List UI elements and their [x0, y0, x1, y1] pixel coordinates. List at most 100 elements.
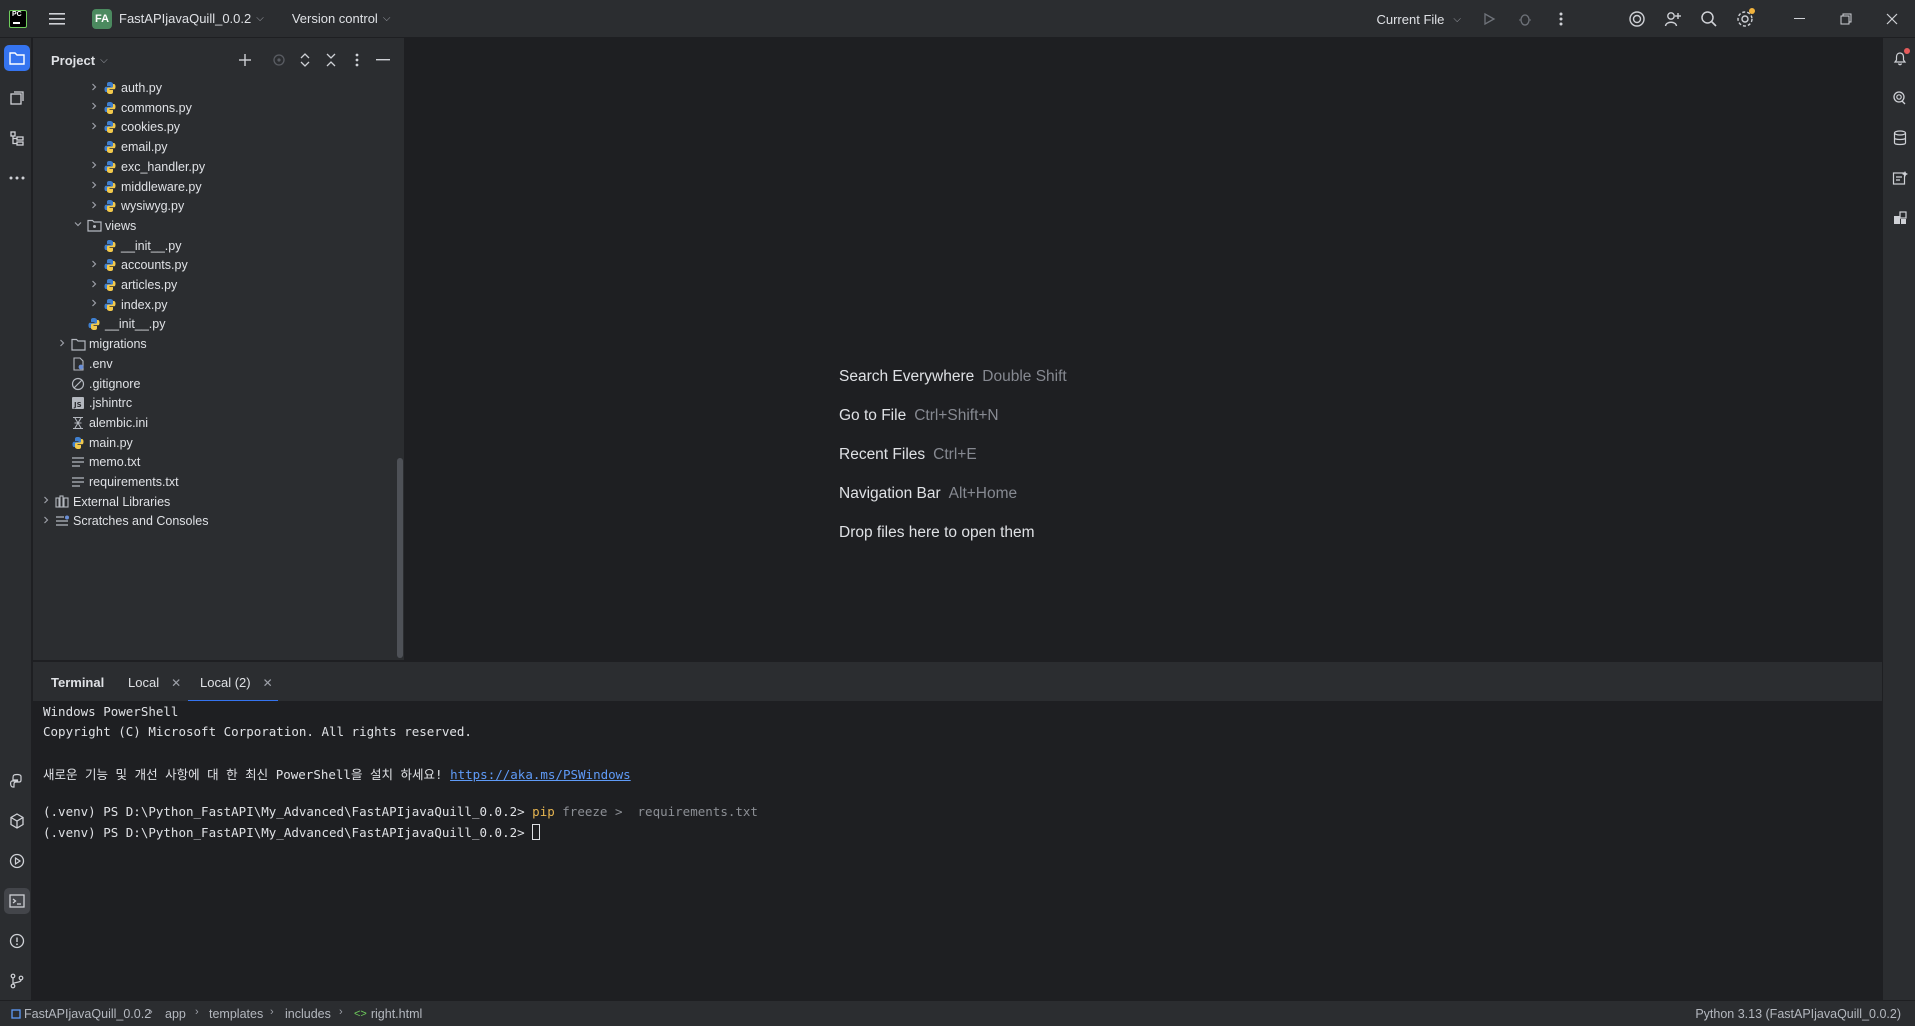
hint-drop-files: Drop files here to open them — [839, 524, 1035, 541]
chevron-right-icon: › — [270, 1006, 274, 1018]
run-config-selector[interactable]: Current File — [1376, 12, 1444, 27]
database-icon[interactable] — [1887, 125, 1913, 151]
chevron-right-icon[interactable] — [86, 298, 102, 311]
python-file-icon — [102, 80, 118, 96]
chevron-right-icon[interactable] — [86, 121, 102, 134]
terminal-prompt-line: (.venv) PS D:\Python_FastAPI\My_Advanced… — [43, 824, 541, 840]
breadcrumb-file[interactable]: <> right.html — [354, 1007, 422, 1021]
tree-item-label: index.py — [121, 297, 168, 312]
search-icon[interactable] — [1691, 0, 1727, 38]
js-file-icon: JS — [70, 395, 86, 411]
pycharm-logo-icon[interactable] — [9, 9, 27, 28]
add-user-icon[interactable] — [1655, 0, 1691, 38]
tree-item-label: main.py — [89, 435, 133, 450]
package-folder-icon — [86, 218, 102, 234]
html-file-icon: <> — [354, 1008, 367, 1020]
terminal-icon[interactable] — [4, 888, 30, 914]
chevron-right-icon[interactable] — [86, 101, 102, 114]
scratches-icon — [54, 513, 70, 529]
chevron-right-icon[interactable] — [86, 82, 102, 95]
python-interpreter[interactable]: Python 3.13 (FastAPIjavaQuill_0.0.2) — [1695, 1007, 1901, 1021]
terminal-title: Terminal — [51, 675, 105, 690]
git-branch-icon[interactable] — [4, 968, 30, 994]
chevron-down-icon[interactable]: ⌵ — [1453, 14, 1461, 25]
terminal-output[interactable]: Windows PowerShell Copyright (C) Microso… — [33, 701, 1882, 1000]
python-file-icon — [102, 238, 118, 254]
ai-edit-icon[interactable] — [1887, 165, 1913, 191]
chevron-down-icon[interactable]: ⌵ — [383, 13, 391, 24]
python-file-icon — [102, 297, 118, 313]
breadcrumb-app[interactable]: app — [165, 1007, 186, 1021]
more-tools-icon[interactable] — [4, 165, 30, 191]
more-actions-icon[interactable] — [1543, 0, 1579, 38]
chevron-right-icon[interactable] — [86, 279, 102, 292]
debug-icon[interactable] — [1507, 0, 1543, 38]
chevron-right-icon[interactable] — [86, 160, 102, 173]
python-console-icon[interactable] — [4, 768, 30, 794]
tree-item-label: email.py — [121, 140, 168, 155]
commit-icon[interactable] — [4, 85, 30, 111]
structure-icon[interactable] — [4, 125, 30, 151]
close-icon[interactable] — [1869, 0, 1915, 38]
chevron-right-icon: › — [149, 1006, 153, 1018]
plugin-icon[interactable] — [1887, 205, 1913, 231]
tree-item-label: accounts.py — [121, 258, 188, 273]
python-file-icon — [102, 100, 118, 116]
python-file-icon — [86, 316, 102, 332]
minimize-icon[interactable] — [1777, 0, 1823, 38]
tree-item-label: External Libraries — [73, 494, 171, 509]
ai-chat-icon[interactable] — [1887, 85, 1913, 111]
python-packages-icon[interactable] — [4, 808, 30, 834]
title-bar: FA FastAPIjavaQuill_0.0.2 ⌵ Version cont… — [0, 0, 1915, 38]
tree-item-label: commons.py — [121, 100, 192, 115]
chevron-right-icon[interactable] — [54, 338, 70, 351]
project-folder-icon[interactable] — [4, 45, 30, 71]
terminal-header: Terminal Local ✕ Local (2) ✕ — [33, 661, 1882, 702]
chevron-right-icon[interactable] — [38, 495, 54, 508]
terminal-line: Copyright (C) Microsoft Corporation. All… — [43, 724, 472, 739]
project-panel-title[interactable]: Project — [51, 53, 95, 68]
tree-scrollbar[interactable] — [397, 458, 403, 658]
text-file-icon — [70, 454, 86, 470]
breadcrumb-templates[interactable]: templates — [209, 1007, 263, 1021]
tree-item-label: __init__.py — [105, 317, 166, 332]
chevron-right-icon[interactable] — [86, 259, 102, 272]
terminal-tab-local-2[interactable]: Local (2) ✕ — [200, 675, 273, 690]
chevron-right-icon[interactable] — [86, 180, 102, 193]
chevron-down-icon[interactable]: ⌵ — [100, 55, 108, 66]
breadcrumb-project[interactable]: FastAPIjavaQuill_0.0.2 — [11, 1007, 151, 1021]
tree-item-label: middleware.py — [121, 179, 202, 194]
notifications-bell-icon[interactable] — [1887, 45, 1913, 71]
chevron-down-icon[interactable] — [70, 219, 86, 232]
locate-file-icon[interactable] — [266, 47, 292, 73]
editor-empty-area[interactable]: Search Everywhere Double Shift Go to File… — [406, 38, 1882, 660]
problems-icon[interactable] — [4, 928, 30, 954]
collapse-all-icon[interactable] — [318, 47, 344, 73]
project-badge[interactable]: FA — [92, 8, 112, 29]
breadcrumb-includes[interactable]: includes — [285, 1007, 331, 1021]
chevron-down-icon[interactable]: ⌵ — [256, 13, 264, 24]
close-tab-icon[interactable]: ✕ — [171, 676, 181, 690]
chevron-right-icon[interactable] — [38, 515, 54, 528]
restore-icon[interactable] — [1823, 0, 1869, 38]
expand-all-icon[interactable] — [292, 47, 318, 73]
run-icon[interactable] — [1471, 0, 1507, 38]
settings-gear-icon[interactable] — [1727, 0, 1763, 38]
terminal-tab-local[interactable]: Local ✕ — [128, 675, 181, 690]
options-icon[interactable] — [344, 47, 370, 73]
version-control-menu[interactable]: Version control — [292, 11, 378, 26]
project-name[interactable]: FastAPIjavaQuill_0.0.2 — [119, 11, 251, 26]
terminal-tab-label: Local — [128, 675, 160, 690]
ai-assistant-icon[interactable] — [1619, 0, 1655, 38]
new-file-icon[interactable] — [232, 47, 258, 73]
terminal-line: Windows PowerShell — [43, 704, 179, 719]
chevron-right-icon[interactable] — [86, 200, 102, 213]
powershell-link[interactable]: https://aka.ms/PSWindows — [450, 767, 631, 782]
tree-item-label: wysiwyg.py — [121, 199, 185, 214]
services-run-icon[interactable] — [4, 848, 30, 874]
hide-panel-icon[interactable] — [370, 47, 396, 73]
main-menu-icon[interactable] — [48, 9, 68, 29]
close-tab-icon[interactable]: ✕ — [263, 676, 273, 690]
tree-item[interactable]: Scratches and Consoles — [38, 509, 209, 533]
terminal-cursor[interactable] — [532, 824, 541, 840]
